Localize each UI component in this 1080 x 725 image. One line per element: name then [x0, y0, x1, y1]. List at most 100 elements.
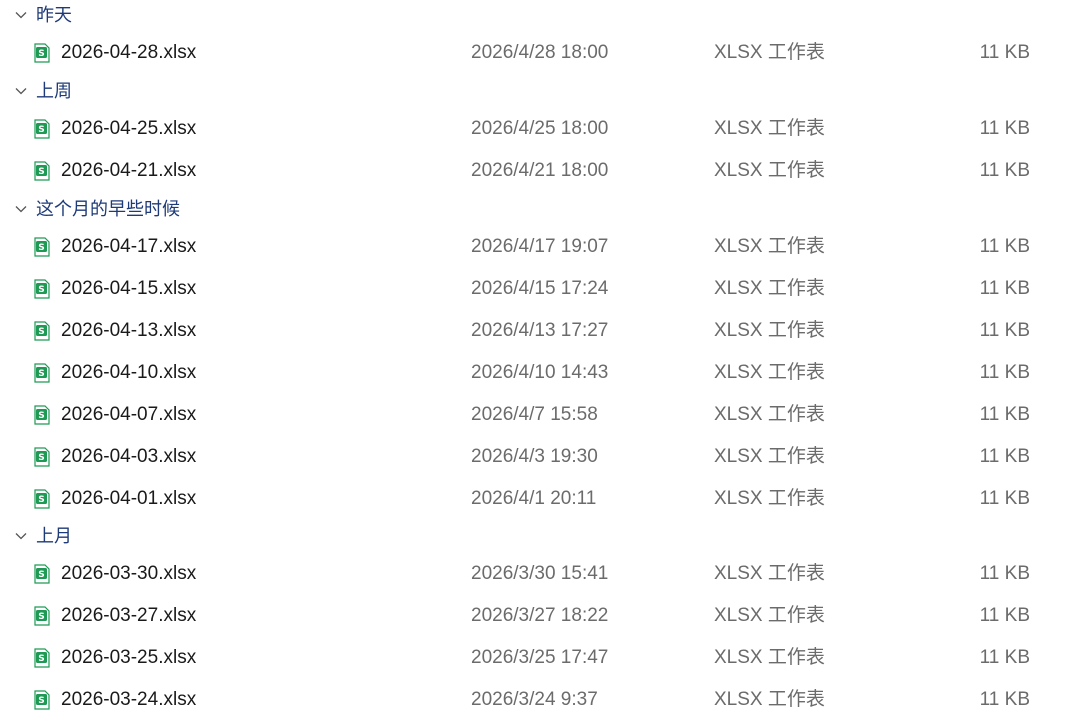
file-name[interactable]: 2026-04-17.xlsx [61, 236, 196, 258]
file-name[interactable]: 2026-04-01.xlsx [61, 488, 196, 510]
file-size: 11 KB [979, 647, 1030, 668]
file-row[interactable]: S 2026-04-13.xlsx 2026/4/13 17:27 XLSX 工作表 1… [0, 312, 1080, 350]
file-size: 11 KB [979, 362, 1030, 383]
svg-text:S: S [38, 570, 44, 580]
file-row[interactable]: S 2026-04-07.xlsx 2026/4/7 15:58 XLSX 工作表 11… [0, 396, 1080, 434]
file-type: XLSX 工作表 [714, 563, 825, 584]
svg-text:S: S [38, 612, 44, 622]
svg-text:S: S [38, 285, 44, 295]
file-type: XLSX 工作表 [714, 320, 825, 341]
file-type: XLSX 工作表 [714, 605, 825, 626]
file-type: XLSX 工作表 [714, 236, 825, 257]
file-row[interactable]: S 2026-04-28.xlsx 2026/4/28 18:00 XLSX 工作表 1… [0, 34, 1080, 72]
svg-text:S: S [38, 495, 44, 505]
file-modified-date: 2026/4/7 15:58 [471, 404, 598, 425]
svg-text:S: S [38, 411, 44, 421]
file-name[interactable]: 2026-03-30.xlsx [61, 563, 196, 585]
file-row[interactable]: S 2026-03-25.xlsx 2026/3/25 17:47 XLSX 工作表 1… [0, 639, 1080, 677]
file-size: 11 KB [979, 320, 1030, 341]
file-row[interactable]: S 2026-04-25.xlsx 2026/4/25 18:00 XLSX 工作表 1… [0, 110, 1080, 148]
file-modified-date: 2026/4/28 18:00 [471, 42, 609, 63]
file-row[interactable]: S 2026-04-03.xlsx 2026/4/3 19:30 XLSX 工作表 11… [0, 438, 1080, 476]
file-type: XLSX 工作表 [714, 118, 825, 139]
file-size: 11 KB [979, 446, 1030, 467]
file-row[interactable]: S 2026-03-30.xlsx 2026/3/30 15:41 XLSX 工作表 1… [0, 555, 1080, 593]
xlsx-spreadsheet-icon: S [32, 405, 52, 425]
chevron-down-icon[interactable] [14, 84, 28, 98]
svg-text:S: S [38, 125, 44, 135]
xlsx-spreadsheet-icon: S [32, 606, 52, 626]
file-list: 昨天 S 2026-04-28.xlsx 2026/4/28 18:00 XLSX 工作… [0, 0, 1080, 725]
file-type: XLSX 工作表 [714, 404, 825, 425]
svg-text:S: S [38, 243, 44, 253]
group-header[interactable]: 昨天 [0, 0, 1080, 30]
file-modified-date: 2026/3/27 18:22 [471, 605, 609, 626]
xlsx-spreadsheet-icon: S [32, 489, 52, 509]
chevron-down-icon[interactable] [14, 8, 28, 22]
file-size: 11 KB [979, 689, 1030, 710]
file-modified-date: 2026/4/15 17:24 [471, 278, 609, 299]
svg-text:S: S [38, 696, 44, 706]
file-row[interactable]: S 2026-04-10.xlsx 2026/4/10 14:43 XLSX 工作表 1… [0, 354, 1080, 392]
file-size: 11 KB [979, 404, 1030, 425]
xlsx-spreadsheet-icon: S [32, 321, 52, 341]
xlsx-spreadsheet-icon: S [32, 237, 52, 257]
file-row[interactable]: S 2026-04-15.xlsx 2026/4/15 17:24 XLSX 工作表 1… [0, 270, 1080, 308]
file-size: 11 KB [979, 605, 1030, 626]
svg-text:S: S [38, 327, 44, 337]
file-name[interactable]: 2026-04-15.xlsx [61, 278, 196, 300]
file-modified-date: 2026/3/30 15:41 [471, 563, 609, 584]
file-size: 11 KB [979, 118, 1030, 139]
file-row[interactable]: S 2026-04-01.xlsx 2026/4/1 20:11 XLSX 工作表 11… [0, 480, 1080, 518]
file-name[interactable]: 2026-04-10.xlsx [61, 362, 196, 384]
file-row[interactable]: S 2026-04-21.xlsx 2026/4/21 18:00 XLSX 工作表 1… [0, 152, 1080, 190]
file-size: 11 KB [979, 278, 1030, 299]
file-row[interactable]: S 2026-03-27.xlsx 2026/3/27 18:22 XLSX 工作表 1… [0, 597, 1080, 635]
xlsx-spreadsheet-icon: S [32, 43, 52, 63]
file-modified-date: 2026/3/24 9:37 [471, 689, 598, 710]
file-type: XLSX 工作表 [714, 160, 825, 181]
file-name[interactable]: 2026-04-13.xlsx [61, 320, 196, 342]
file-type: XLSX 工作表 [714, 488, 825, 509]
file-modified-date: 2026/4/1 20:11 [471, 488, 597, 509]
file-modified-date: 2026/3/25 17:47 [471, 647, 609, 668]
file-modified-date: 2026/4/13 17:27 [471, 320, 609, 341]
svg-text:S: S [38, 453, 44, 463]
group-header[interactable]: 上周 [0, 76, 1080, 106]
xlsx-spreadsheet-icon: S [32, 447, 52, 467]
file-modified-date: 2026/4/25 18:00 [471, 118, 609, 139]
chevron-down-icon[interactable] [14, 202, 28, 216]
file-name[interactable]: 2026-04-28.xlsx [61, 42, 196, 64]
file-name[interactable]: 2026-03-24.xlsx [61, 689, 196, 711]
file-name[interactable]: 2026-04-03.xlsx [61, 446, 196, 468]
file-type: XLSX 工作表 [714, 362, 825, 383]
svg-text:S: S [38, 49, 44, 59]
xlsx-spreadsheet-icon: S [32, 279, 52, 299]
file-name[interactable]: 2026-04-07.xlsx [61, 404, 196, 426]
file-modified-date: 2026/4/21 18:00 [471, 160, 609, 181]
file-modified-date: 2026/4/3 19:30 [471, 446, 598, 467]
file-size: 11 KB [979, 236, 1030, 257]
file-type: XLSX 工作表 [714, 278, 825, 299]
group-header[interactable]: 这个月的早些时候 [0, 194, 1080, 224]
xlsx-spreadsheet-icon: S [32, 119, 52, 139]
svg-text:S: S [38, 167, 44, 177]
file-type: XLSX 工作表 [714, 689, 825, 710]
file-name[interactable]: 2026-04-25.xlsx [61, 118, 196, 140]
xlsx-spreadsheet-icon: S [32, 161, 52, 181]
group-title: 上周 [36, 81, 72, 101]
file-size: 11 KB [979, 42, 1030, 63]
group-title: 上月 [36, 526, 72, 546]
svg-text:S: S [38, 654, 44, 664]
file-name[interactable]: 2026-03-27.xlsx [61, 605, 196, 627]
file-row[interactable]: S 2026-03-24.xlsx 2026/3/24 9:37 XLSX 工作表 11… [0, 681, 1080, 719]
group-title: 昨天 [36, 5, 72, 25]
group-title: 这个月的早些时候 [36, 199, 180, 219]
chevron-down-icon[interactable] [14, 529, 28, 543]
file-name[interactable]: 2026-03-25.xlsx [61, 647, 196, 669]
xlsx-spreadsheet-icon: S [32, 564, 52, 584]
file-modified-date: 2026/4/10 14:43 [471, 362, 609, 383]
group-header[interactable]: 上月 [0, 521, 1080, 551]
file-name[interactable]: 2026-04-21.xlsx [61, 160, 196, 182]
file-row[interactable]: S 2026-04-17.xlsx 2026/4/17 19:07 XLSX 工作表 1… [0, 228, 1080, 266]
